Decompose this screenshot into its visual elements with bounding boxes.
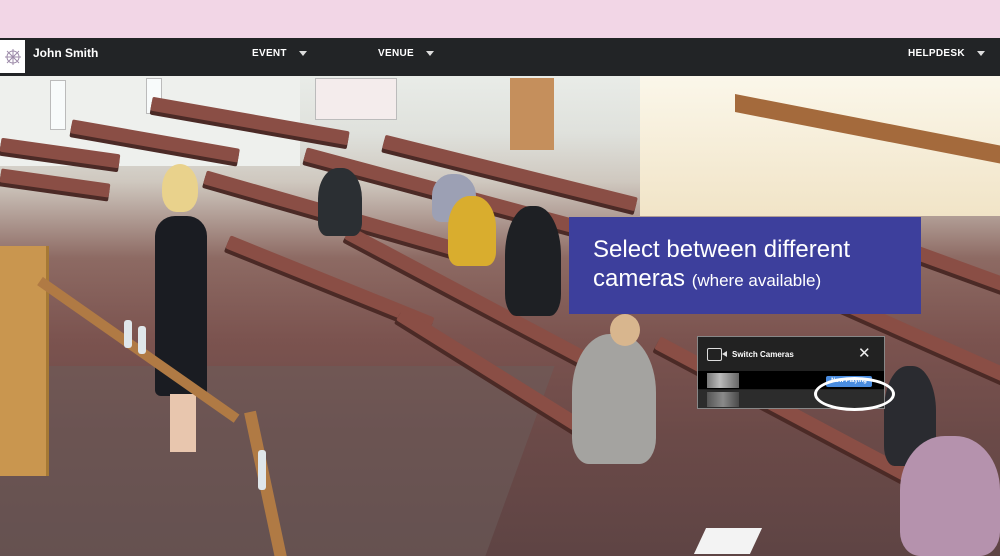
callout-text: Select between different cameras (where … [593,235,850,295]
window [50,80,66,130]
camera-thumbnail[interactable] [707,392,739,407]
menu-venue[interactable]: VENUE [378,48,434,59]
water-bottle [124,320,132,348]
top-navbar: John Smith EVENT VENUE HELPDESK [0,38,1000,76]
audience-member [610,314,640,346]
callout-line2: cameras (where available) [593,264,850,295]
audience-member [900,436,1000,556]
logo-icon[interactable] [0,40,25,73]
callout-title-line2: cameras [593,265,686,292]
panel-header: Switch Cameras ✕ [698,337,884,371]
audience-member [318,168,362,236]
audience-member [572,334,656,464]
video-stream[interactable] [0,76,1000,556]
window [315,78,397,120]
speaker [170,394,196,452]
chevron-down-icon [976,51,985,56]
menu-venue-label: VENUE [378,48,414,59]
video-camera-icon [707,348,727,361]
water-bottle [138,326,146,354]
panel-title: Switch Cameras [732,350,794,359]
switch-cameras-panel: Switch Cameras ✕ Now Playing [697,336,895,411]
menu-event-label: EVENT [252,48,287,59]
audience-member [448,196,496,266]
chevron-down-icon [425,51,434,56]
audience-member [505,206,561,316]
callout-title: Select between different [593,236,851,263]
user-name[interactable]: John Smith [33,46,98,60]
menu-event[interactable]: EVENT [252,48,307,59]
door [510,78,554,150]
camera-thumbnail[interactable] [707,373,739,388]
highlight-oval [814,377,895,411]
chevron-down-icon [298,51,307,56]
paper-sheet [693,528,763,554]
speaker [162,164,198,212]
callout-subtitle: (where available) [691,271,822,290]
pew [0,168,111,198]
top-band [0,0,1000,38]
feature-callout: Select between different cameras (where … [569,217,921,314]
menu-helpdesk[interactable]: HELPDESK [908,48,985,59]
water-bottle [258,450,266,490]
close-icon[interactable]: ✕ [858,344,871,362]
menu-helpdesk-label: HELPDESK [908,48,965,59]
